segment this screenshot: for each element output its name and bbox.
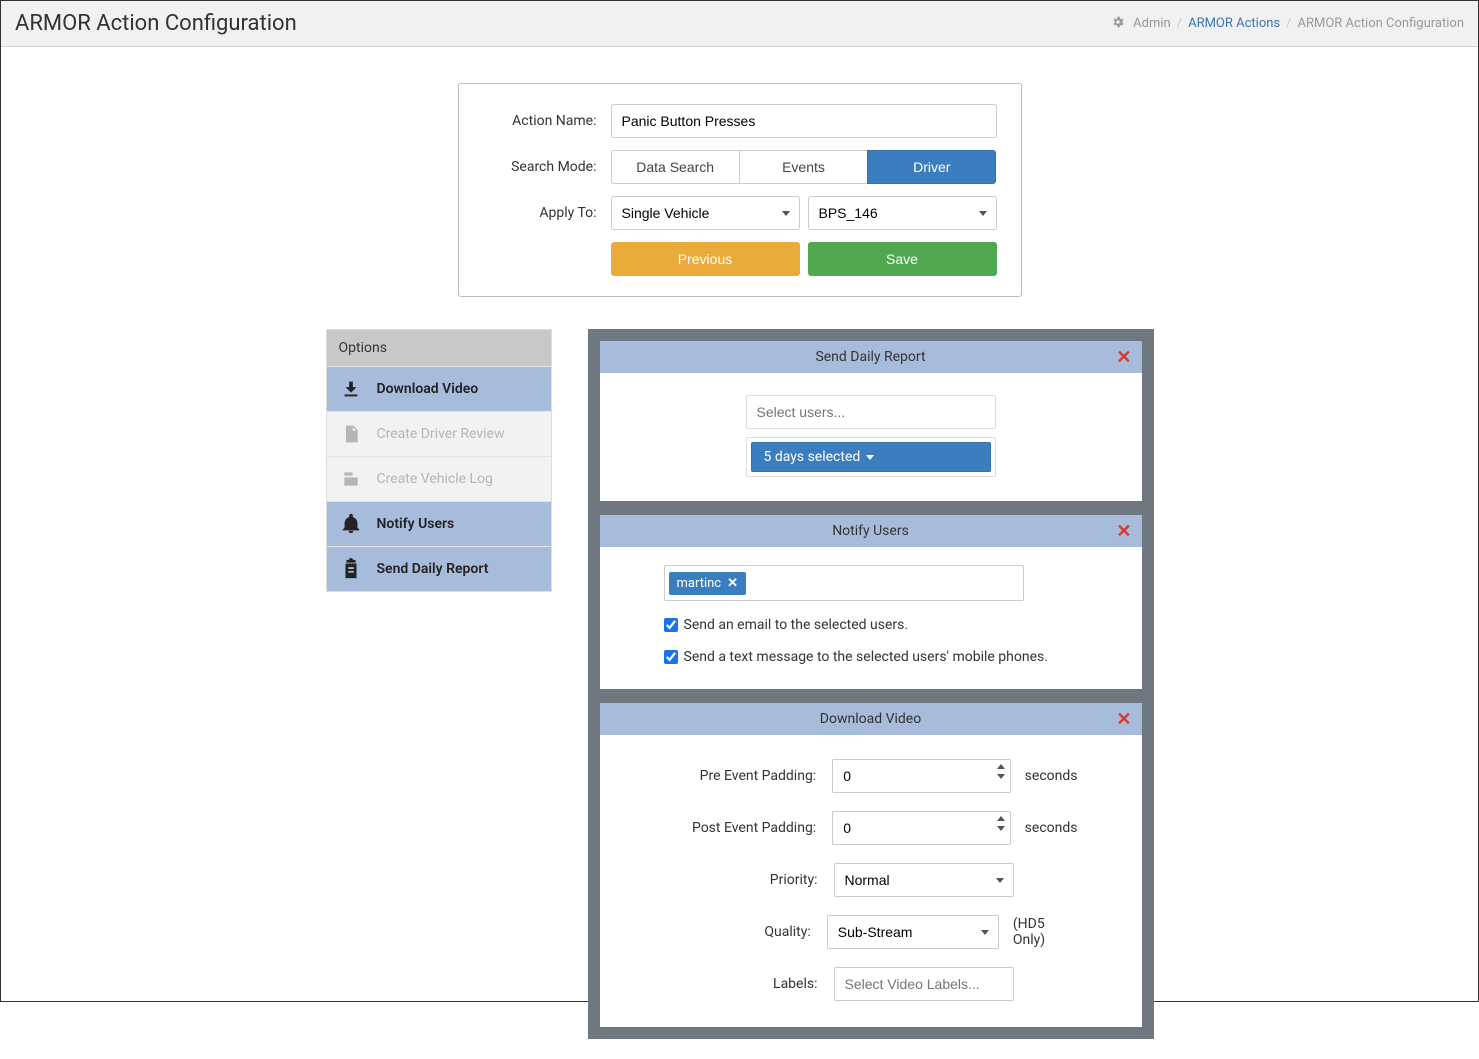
option-label: Download Video	[377, 381, 479, 397]
action-name-input[interactable]	[611, 104, 997, 138]
labels-input[interactable]	[834, 967, 1014, 1001]
daily-users-input[interactable]	[746, 395, 996, 429]
user-tag: martinc ✕	[669, 572, 747, 595]
tag-remove-icon[interactable]: ✕	[727, 576, 738, 591]
notify-users-input[interactable]: martinc ✕	[664, 565, 1024, 601]
email-checkbox[interactable]	[664, 618, 678, 632]
quality-note: (HD5 Only)	[1013, 916, 1078, 948]
pre-padding-label: Pre Event Padding:	[664, 768, 833, 784]
option-vehicle-log: Create Vehicle Log	[327, 456, 551, 501]
mode-driver[interactable]: Driver	[867, 150, 996, 184]
priority-select[interactable]: Normal	[834, 863, 1014, 897]
option-notify-users[interactable]: Notify Users	[327, 501, 551, 546]
option-label: Create Driver Review	[377, 426, 505, 442]
option-download-video[interactable]: Download Video	[327, 366, 551, 411]
close-icon[interactable]: ✕	[1116, 521, 1131, 542]
card-title: Send Daily Report	[815, 349, 925, 365]
card-notify-users: Notify Users ✕ martinc ✕ Send an email t…	[600, 515, 1142, 689]
action-name-label: Action Name:	[483, 113, 611, 129]
option-send-daily[interactable]: Send Daily Report	[327, 546, 551, 591]
quality-select[interactable]: Sub-Stream	[827, 915, 999, 949]
clipboard-icon	[339, 557, 363, 581]
previous-button[interactable]: Previous	[611, 242, 800, 276]
search-mode-group: Data Search Events Driver	[611, 150, 997, 184]
search-mode-label: Search Mode:	[483, 159, 611, 175]
page-header: ARMOR Action Configuration Admin / ARMOR…	[1, 1, 1478, 47]
card-download-video: Download Video ✕ Pre Event Padding: seco…	[600, 703, 1142, 1027]
sms-label: Send a text message to the selected user…	[684, 649, 1048, 665]
cards-column: Send Daily Report ✕ 5 days selected Noti…	[588, 329, 1154, 1039]
quality-label: Quality:	[664, 924, 827, 940]
spinner-arrows[interactable]	[997, 816, 1005, 831]
card-title: Notify Users	[832, 523, 909, 539]
spinner-arrows[interactable]	[997, 764, 1005, 779]
breadcrumb-actions-link[interactable]: ARMOR Actions	[1188, 16, 1280, 31]
option-label: Send Daily Report	[377, 561, 489, 577]
bell-icon	[339, 512, 363, 536]
daily-days-select[interactable]: 5 days selected	[751, 442, 991, 472]
page-title: ARMOR Action Configuration	[15, 11, 297, 36]
option-label: Create Vehicle Log	[377, 471, 493, 487]
download-icon	[339, 377, 363, 401]
seconds-label: seconds	[1025, 768, 1078, 784]
option-label: Notify Users	[377, 516, 455, 532]
breadcrumb: Admin / ARMOR Actions / ARMOR Action Con…	[1111, 15, 1464, 33]
pre-padding-input[interactable]	[832, 759, 1010, 793]
labels-label: Labels:	[664, 976, 834, 992]
apply-to-select[interactable]: Single Vehicle	[611, 196, 800, 230]
sms-checkbox[interactable]	[664, 650, 678, 664]
email-label: Send an email to the selected users.	[684, 617, 909, 633]
log-icon	[339, 467, 363, 491]
close-icon[interactable]: ✕	[1116, 709, 1131, 730]
breadcrumb-sep: /	[1177, 16, 1182, 31]
priority-label: Priority:	[664, 872, 834, 888]
close-icon[interactable]: ✕	[1116, 347, 1131, 368]
save-button[interactable]: Save	[808, 242, 997, 276]
option-driver-review: Create Driver Review	[327, 411, 551, 456]
options-header: Options	[327, 330, 551, 366]
card-daily-report: Send Daily Report ✕ 5 days selected	[600, 341, 1142, 501]
gear-icon	[1111, 15, 1125, 33]
breadcrumb-current: ARMOR Action Configuration	[1298, 16, 1465, 31]
post-padding-label: Post Event Padding:	[664, 820, 833, 836]
config-box: Action Name: Search Mode: Data Search Ev…	[458, 83, 1022, 297]
mode-events[interactable]: Events	[739, 150, 868, 184]
vehicle-select[interactable]: BPS_146	[808, 196, 997, 230]
breadcrumb-sep: /	[1286, 16, 1291, 31]
post-padding-input[interactable]	[832, 811, 1010, 845]
apply-to-label: Apply To:	[483, 205, 611, 221]
options-panel: Options Download Video Create Driver Rev…	[326, 329, 552, 592]
mode-data-search[interactable]: Data Search	[611, 150, 740, 184]
seconds-label: seconds	[1025, 820, 1078, 836]
breadcrumb-admin[interactable]: Admin	[1133, 16, 1171, 31]
card-title: Download Video	[820, 711, 921, 727]
document-icon	[339, 422, 363, 446]
